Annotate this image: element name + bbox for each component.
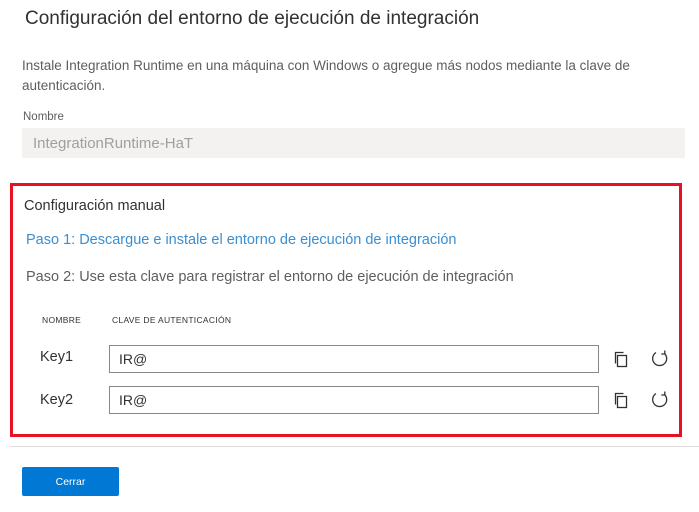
key1-copy-button[interactable] (610, 348, 632, 370)
key1-input[interactable] (109, 345, 599, 373)
register-key-instruction: Paso 2: Use esta clave para registrar el… (26, 269, 514, 285)
download-install-link[interactable]: Paso 1: Descargue e instale el entorno d… (26, 232, 456, 248)
key1-label: Key1 (40, 349, 74, 365)
column-header-name: NOMBRE (42, 315, 82, 325)
column-header-auth-key: CLAVE DE AUTENTICACIÓN (112, 315, 232, 325)
manual-setup-title: Configuración manual (24, 198, 166, 214)
name-field-input[interactable] (22, 128, 685, 158)
name-field-label: Nombre (23, 111, 64, 123)
key1-regenerate-button[interactable] (649, 348, 671, 370)
key2-regenerate-button[interactable] (649, 389, 671, 411)
copy-icon (614, 351, 628, 368)
close-button[interactable]: Cerrar (22, 467, 119, 496)
footer-divider (10, 446, 699, 447)
dialog-description: Instale Integration Runtime en una máqui… (22, 58, 630, 93)
key2-copy-button[interactable] (610, 389, 632, 411)
copy-icon (614, 392, 628, 409)
refresh-icon (652, 391, 668, 408)
key2-label: Key2 (40, 392, 74, 408)
integration-runtime-setup-dialog: Configuración del entorno de ejecución d… (0, 0, 699, 512)
key2-input[interactable] (109, 386, 599, 414)
dialog-title: Configuración del entorno de ejecución d… (25, 8, 480, 29)
refresh-icon (652, 350, 668, 367)
